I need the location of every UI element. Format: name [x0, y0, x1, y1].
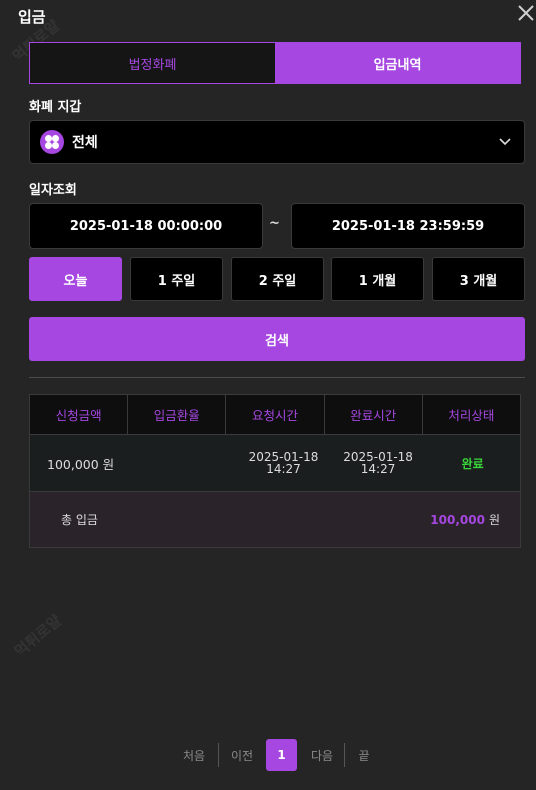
table-row: 100,000 원 2025-01-18 14:27 2025-01-18 14…: [30, 434, 520, 491]
total-label: 총 입금: [61, 513, 98, 527]
deposit-history-table: 신청금액 입금환율 요청시간 완료시간 처리상태 100,000 원 2025-…: [29, 394, 521, 548]
coin-icon: [40, 130, 64, 154]
request-time: 14:27: [266, 462, 301, 476]
prev-page-button[interactable]: 이전: [229, 739, 255, 771]
next-page-button[interactable]: 다음: [309, 739, 335, 771]
tab-deposit-history[interactable]: 입금내역: [275, 43, 520, 83]
cell-rate: [142, 435, 237, 491]
end-date-input[interactable]: 2025-01-18 23:59:59: [291, 203, 525, 249]
period-today-button[interactable]: 오늘: [29, 257, 122, 301]
search-button[interactable]: 검색: [29, 317, 525, 361]
complete-time: 14:27: [360, 462, 396, 476]
total-unit: 원: [488, 513, 500, 527]
wallet-select[interactable]: 전체: [29, 120, 525, 164]
wallet-label: 화폐 지갑: [29, 100, 82, 115]
status-badge: 완료: [461, 456, 484, 471]
chevron-down-icon: [499, 138, 511, 146]
period-1month-button[interactable]: 1 개월: [331, 257, 424, 301]
column-header: 완료시간: [325, 395, 423, 434]
total-value: 100,000: [430, 513, 485, 527]
tab-fiat[interactable]: 법정화폐: [30, 43, 275, 83]
period-1week-button[interactable]: 1 주일: [130, 257, 223, 301]
cell-amount: 100,000 원: [47, 456, 115, 472]
period-2week-button[interactable]: 2 주일: [231, 257, 324, 301]
column-header: 신청금액: [30, 395, 129, 434]
start-date-input[interactable]: 2025-01-18 00:00:00: [29, 203, 263, 249]
table-footer: 총 입금 100,000 원: [30, 491, 520, 547]
pager-divider: [344, 743, 345, 767]
table-header: 신청금액 입금환율 요청시간 완료시간 처리상태: [30, 395, 520, 434]
date-filter-label: 일자조회: [29, 183, 77, 198]
pager-divider: [218, 743, 219, 767]
cell-request-time: 2025-01-18 14:27: [236, 435, 331, 491]
page-1-button[interactable]: 1: [266, 739, 297, 771]
close-icon[interactable]: [516, 3, 536, 23]
column-header: 처리상태: [448, 408, 495, 423]
first-page-button[interactable]: 처음: [181, 739, 207, 771]
divider: [29, 377, 525, 378]
last-page-button[interactable]: 끝: [356, 739, 372, 771]
date-separator: ~: [269, 216, 280, 231]
period-3month-button[interactable]: 3 개월: [432, 257, 525, 301]
cell-complete-time: 2025-01-18 14:27: [331, 435, 426, 491]
total-amount: 100,000 원: [430, 511, 500, 528]
column-header: 입금환율: [128, 395, 227, 434]
tab-bar: 법정화폐 입금내역: [29, 42, 521, 84]
wallet-selected-value: 전체: [72, 135, 98, 151]
watermark: 먹튀로얄: [10, 611, 65, 661]
column-header: 요청시간: [226, 395, 325, 434]
pagination: 처음 이전 1 다음 끝: [0, 739, 536, 771]
